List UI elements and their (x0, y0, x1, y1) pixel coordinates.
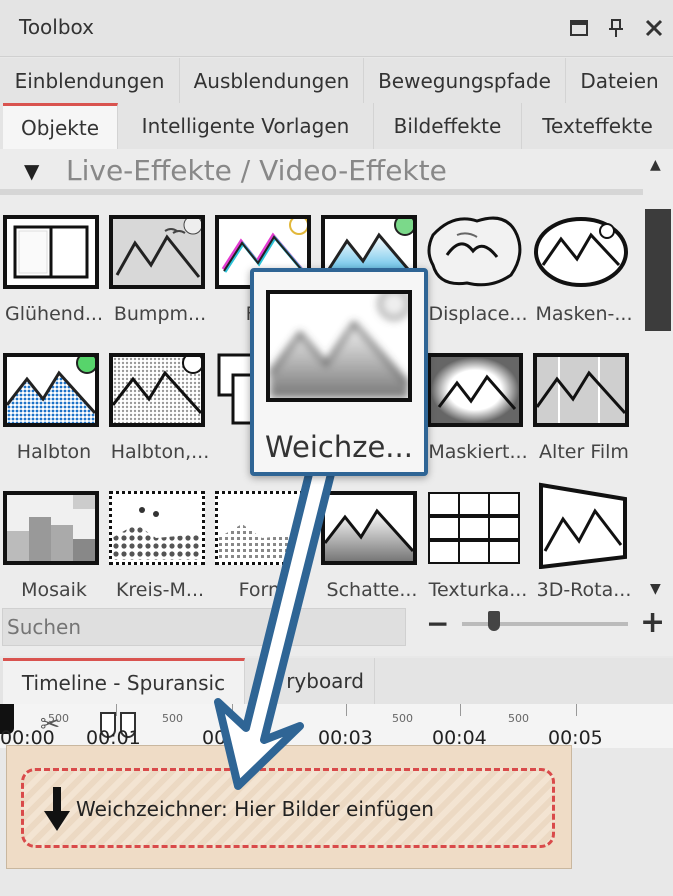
form-mosaik-thumbnail (215, 491, 311, 565)
section-header[interactable]: ▼ Live-Effekte / Video-Effekte (0, 149, 643, 195)
effect-halbton-sw[interactable]: Halbton,... (106, 353, 214, 483)
zoom-out-icon[interactable]: − (426, 607, 449, 640)
effect-drop-zone[interactable]: Weichzeichner: Hier Bilder einfügen (6, 745, 572, 869)
effect-form-mosaik[interactable]: Form- (212, 491, 320, 621)
timeline-tabs: Timeline - Spuransic ryboard (0, 658, 673, 704)
gluehend-thumbnail (3, 215, 99, 289)
effect-name: Schatte... (326, 579, 418, 601)
effect-maskiert[interactable]: Maskiert... (424, 353, 532, 483)
kreis-mosaik-thumbnail (109, 491, 205, 565)
tab-storyboard[interactable]: ryboard (245, 658, 375, 704)
tab-row-2: Objekte Intelligente Vorlagen Bildeffekt… (0, 103, 673, 149)
title-bar: Toolbox (0, 0, 673, 57)
effect-alter-film[interactable]: Alter Film (530, 353, 638, 483)
effect-displace[interactable]: Displace... (424, 215, 532, 345)
tooltip-name: Weichze... (265, 430, 413, 464)
bumpmap-thumbnail (109, 215, 205, 289)
drop-target[interactable]: Weichzeichner: Hier Bilder einfügen (21, 768, 555, 848)
tab-timeline[interactable]: Timeline - Spuransic (3, 658, 245, 704)
effect-schatten[interactable]: Schatte... (318, 491, 426, 621)
tab-intelligente-vorlagen[interactable]: Intelligente Vorlagen (118, 103, 374, 149)
effect-bumpmap[interactable]: Bumpm... (106, 215, 214, 345)
search-input[interactable] (3, 609, 405, 645)
arrow-down-icon (44, 787, 70, 831)
effect-name: Mosaik (21, 579, 87, 601)
tick-minor: 500 (48, 712, 69, 725)
effect-gluehend[interactable]: Glühend... (0, 215, 108, 345)
masken-thumbnail (533, 215, 629, 289)
effect-masken[interactable]: Masken-... (530, 215, 638, 345)
tab-ausblendungen[interactable]: Ausblendungen (180, 58, 364, 104)
weichzeichner-thumbnail (266, 290, 412, 402)
effect-name: Maskiert... (428, 441, 528, 463)
tab-texteffekte[interactable]: Texteffekte (522, 103, 673, 149)
search-field[interactable] (2, 608, 406, 646)
drop-zone-text: Weichzeichner: Hier Bilder einfügen (76, 797, 434, 821)
schatten-thumbnail (321, 491, 417, 565)
scroll-thumb[interactable] (645, 209, 671, 331)
section-label: Live-Effekte / Video-Effekte (66, 154, 447, 187)
tab-bildeffekte[interactable]: Bildeffekte (374, 103, 522, 149)
tick-minor: 500 (162, 712, 183, 725)
zoom-track[interactable] (462, 622, 628, 626)
tab-objekte[interactable]: Objekte (3, 103, 118, 149)
effect-mosaik[interactable]: Mosaik (0, 491, 108, 621)
effect-name: Halbton,... (110, 441, 210, 463)
scroll-down-icon[interactable]: ▼ (650, 581, 661, 597)
close-icon[interactable] (641, 14, 667, 42)
effect-3d-rotation[interactable]: 3D-Rota... (530, 479, 638, 609)
pin-icon[interactable] (603, 14, 629, 42)
alter-film-thumbnail (533, 353, 629, 427)
maskiert-thumbnail (427, 353, 523, 427)
tick-minor: 500 (392, 712, 413, 725)
maximize-icon[interactable] (566, 14, 592, 42)
zoom-thumb[interactable] (488, 611, 500, 631)
effect-name: 3D-Rota... (536, 579, 632, 601)
tab-bewegungspfade[interactable]: Bewegungspfade (364, 58, 566, 104)
effect-name: Glühend... (5, 303, 103, 325)
effect-name: Halbton (16, 441, 92, 463)
tab-einblendungen[interactable]: Einblendungen (0, 58, 180, 104)
zoom-in-icon[interactable]: + (640, 605, 665, 640)
halbton-thumbnail (3, 353, 99, 427)
effect-name: Form- (238, 579, 294, 601)
effects-scrollbar[interactable]: ▲ ▼ (643, 149, 673, 609)
3d-rotation-thumbnail (533, 479, 629, 569)
effect-name: Bumpm... (113, 303, 207, 325)
effect-name: Kreis-M... (115, 579, 205, 601)
drag-preview-tooltip: Weichze... (250, 268, 428, 476)
texturkachel-thumbnail (427, 491, 523, 565)
effect-texturkachel[interactable]: Texturka... (424, 491, 532, 621)
tab-dateien[interactable]: Dateien (566, 58, 673, 104)
zoom-slider[interactable]: − + (426, 605, 666, 641)
effect-name: Masken-... (535, 303, 633, 325)
window-title: Toolbox (19, 15, 94, 39)
mosaik-thumbnail (3, 491, 99, 565)
expand-triangle-icon[interactable]: ▼ (24, 159, 39, 183)
displace-thumbnail (427, 215, 523, 289)
tab-row-1: Einblendungen Ausblendungen Bewegungspfa… (0, 58, 673, 104)
effect-name: Texturka... (428, 579, 528, 601)
halbton-sw-thumbnail (109, 353, 205, 427)
effect-halbton[interactable]: Halbton (0, 353, 108, 483)
effect-name: Alter Film (539, 441, 629, 463)
effect-name: Displace... (428, 303, 528, 325)
effect-kreis-mosaik[interactable]: Kreis-M... (106, 491, 214, 621)
tick-minor: 500 (508, 712, 529, 725)
scroll-up-icon[interactable]: ▲ (650, 157, 661, 173)
timeline-ruler[interactable]: ✂ 500 500 500 500 00:00 00:01 00:0 00:03… (0, 704, 673, 749)
